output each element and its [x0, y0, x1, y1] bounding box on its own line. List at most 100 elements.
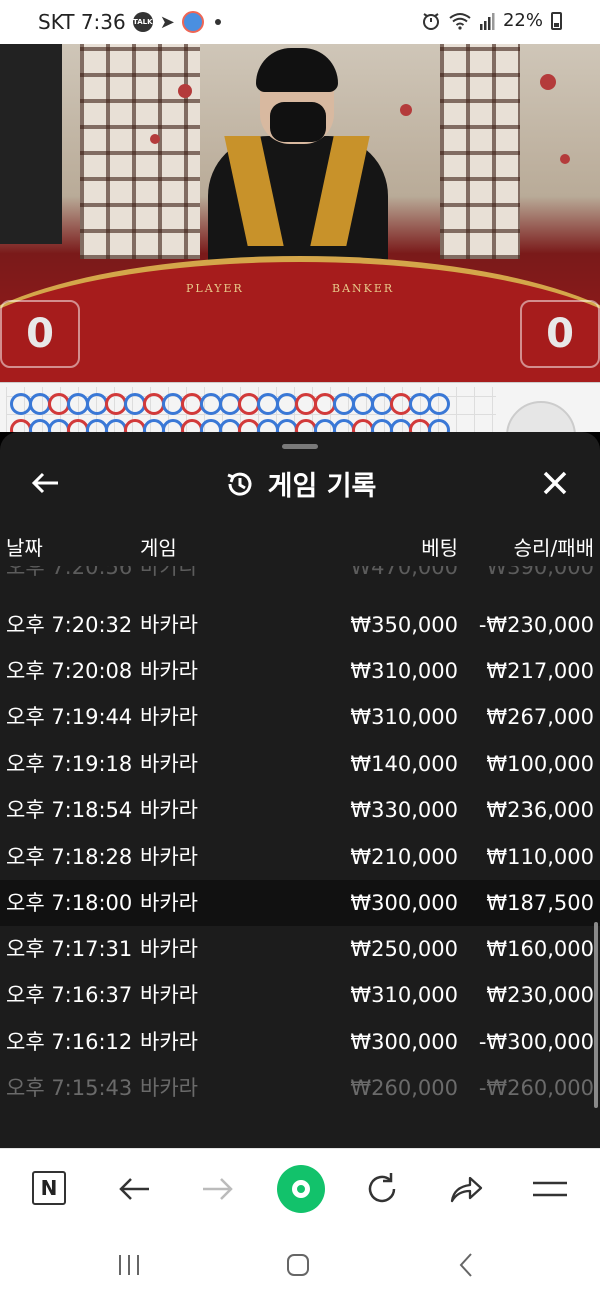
banker-score: 0 [520, 300, 600, 368]
row-game: 바카라 [140, 891, 198, 915]
row-time: 오후 7:19:44 [6, 705, 133, 729]
status-right: 22% [421, 10, 562, 31]
battery-percent: 22% [502, 10, 543, 31]
row-bet: ₩310,000 [350, 705, 458, 729]
row-time: 오후 7:20:08 [6, 659, 133, 683]
status-left: SKT 7:36 TALK ➤ [38, 10, 221, 34]
row-game: 바카라 [140, 1030, 198, 1054]
naver-home-button[interactable]: N [32, 1171, 66, 1205]
wifi-icon [449, 12, 471, 30]
dealer-hair [256, 48, 338, 92]
close-icon[interactable] [538, 466, 572, 500]
sheet-drag-handle[interactable] [282, 444, 318, 449]
history-row[interactable]: 오후 7:20:08 바카라 ₩310,000 ₩217,000 [0, 648, 600, 694]
row-time: 오후 7:16:37 [6, 983, 133, 1007]
row-bet: ₩470,000 [350, 566, 458, 579]
row-result: -₩260,000 [478, 1076, 594, 1100]
history-row[interactable]: 오후 7:18:28 바카라 ₩210,000 ₩110,000 [0, 834, 600, 880]
row-result: ₩267,000 [486, 705, 594, 729]
row-bet: ₩310,000 [350, 659, 458, 683]
back-arrow-icon[interactable] [114, 1169, 154, 1209]
battery-icon [551, 11, 562, 30]
browser-toolbar: N [0, 1148, 600, 1228]
player-score: 0 [0, 300, 80, 368]
row-time: 오후 7:18:00 [6, 891, 133, 915]
row-time: 오후 7:20:56 [6, 566, 133, 579]
carrier-time: SKT 7:36 [38, 10, 126, 34]
road-expand-button[interactable] [506, 401, 576, 432]
row-game: 바카라 [140, 845, 198, 869]
row-game: 바카라 [140, 659, 198, 683]
history-row[interactable]: 오후 7:15:43 바카라 ₩260,000 -₩260,000 [0, 1065, 600, 1111]
history-row-selected[interactable]: 오후 7:18:00 바카라 ₩300,000 ₩187,500 [0, 880, 600, 926]
history-icon [227, 472, 252, 496]
row-game: 바카라 [140, 983, 198, 1007]
row-result: ₩160,000 [486, 937, 594, 961]
row-game: 바카라 [140, 705, 198, 729]
menu-icon[interactable] [530, 1169, 570, 1209]
history-row[interactable]: 오후 7:20:56 바카라 ₩470,000 ₩390,000 [0, 566, 600, 590]
row-time: 오후 7:19:18 [6, 752, 133, 776]
green-dot-button[interactable] [277, 1165, 325, 1213]
column-date: 날짜 [6, 536, 43, 560]
more-notifications-icon [214, 19, 221, 25]
side-person [0, 44, 62, 244]
row-time: 오후 7:18:54 [6, 798, 133, 822]
row-time: 오후 7:18:28 [6, 845, 133, 869]
history-row[interactable]: 오후 7:17:31 바카라 ₩250,000 ₩160,000 [0, 926, 600, 972]
app-avatar-icon [181, 11, 204, 33]
row-time: 오후 7:17:31 [6, 937, 133, 961]
row-result: ₩100,000 [486, 752, 594, 776]
game-history-sheet: 게임 기록 날짜 게임 베팅 승리/패배 오후 7:20:56 바카라 ₩470… [0, 432, 600, 1148]
android-back-icon[interactable] [452, 1250, 482, 1280]
row-bet: ₩350,000 [350, 613, 458, 637]
row-game: 바카라 [140, 613, 198, 637]
dealer-mask [270, 102, 326, 142]
home-icon[interactable] [283, 1250, 313, 1280]
history-row[interactable]: 오후 7:19:18 바카라 ₩140,000 ₩100,000 [0, 741, 600, 787]
road-bead [428, 393, 450, 415]
row-result: ₩230,000 [486, 983, 594, 1007]
row-bet: ₩250,000 [350, 937, 458, 961]
row-game: 바카라 [140, 566, 198, 579]
row-result: ₩187,500 [486, 891, 594, 915]
blossom-decor [560, 154, 570, 164]
wood-lattice-panel [80, 44, 200, 259]
column-result: 승리/패배 [513, 536, 594, 560]
telegram-icon: ➤ [159, 11, 175, 33]
row-bet: ₩300,000 [350, 1030, 458, 1054]
sheet-title: 게임 기록 [0, 464, 600, 503]
banker-area-label: BANKER [332, 282, 395, 295]
row-bet: ₩300,000 [350, 891, 458, 915]
wood-lattice-panel [440, 44, 520, 259]
road-map[interactable] [0, 382, 600, 432]
row-result: ₩110,000 [486, 845, 594, 869]
row-result: -₩300,000 [478, 1030, 594, 1054]
system-navigation-bar [0, 1228, 600, 1301]
row-game: 바카라 [140, 937, 198, 961]
forward-arrow-icon[interactable] [198, 1169, 238, 1209]
history-row[interactable]: 오후 7:19:44 바카라 ₩310,000 ₩267,000 [0, 694, 600, 740]
blossom-decor [150, 134, 160, 144]
refresh-icon[interactable] [362, 1169, 402, 1209]
history-scrollbar[interactable] [594, 922, 598, 1108]
alarm-icon [422, 12, 439, 30]
row-bet: ₩210,000 [350, 845, 458, 869]
row-game: 바카라 [140, 1076, 198, 1100]
row-time: 오후 7:20:32 [6, 613, 133, 637]
history-list[interactable]: 오후 7:20:56 바카라 ₩470,000 ₩390,000 오후 7:20… [0, 566, 600, 1114]
history-row[interactable]: 오후 7:18:54 바카라 ₩330,000 ₩236,000 [0, 787, 600, 833]
row-bet: ₩330,000 [350, 798, 458, 822]
history-row[interactable]: 오후 7:20:32 바카라 ₩350,000 -₩230,000 [0, 602, 600, 648]
row-game: 바카라 [140, 798, 198, 822]
row-bet: ₩140,000 [350, 752, 458, 776]
live-dealer-video[interactable]: PLAYER BANKER 0 0 [0, 44, 600, 382]
history-row[interactable]: 오후 7:16:12 바카라 ₩300,000 -₩300,000 [0, 1019, 600, 1065]
blossom-decor [400, 104, 412, 116]
share-icon[interactable] [446, 1169, 486, 1209]
history-row[interactable]: 오후 7:16:37 바카라 ₩310,000 ₩230,000 [0, 972, 600, 1018]
row-time: 오후 7:15:43 [6, 1076, 133, 1100]
recent-apps-icon[interactable] [114, 1250, 144, 1280]
status-bar: SKT 7:36 TALK ➤ 22% [0, 0, 600, 44]
baccarat-table [0, 256, 600, 382]
